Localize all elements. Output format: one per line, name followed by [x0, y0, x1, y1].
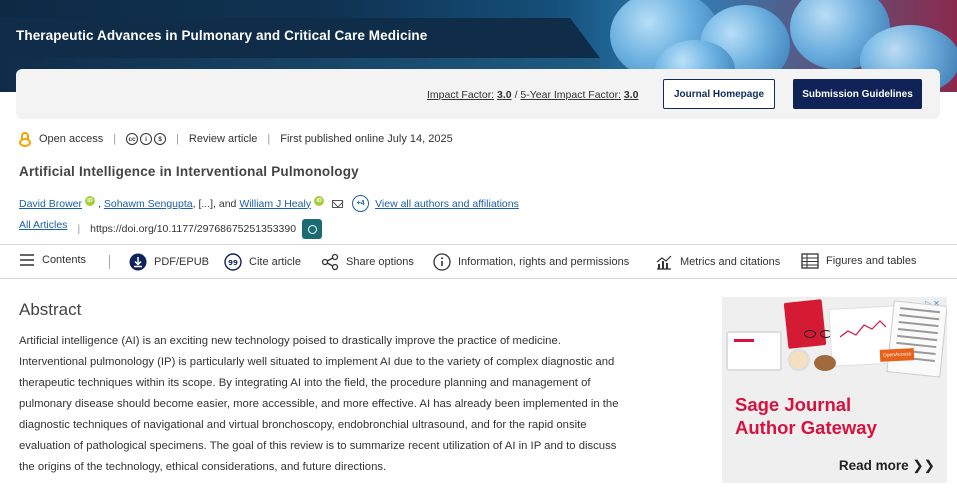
open-access-icon: [19, 131, 31, 147]
ad-tagline-line1: Sage Journal: [735, 394, 852, 415]
metrics-citations-button[interactable]: Metrics and citations: [655, 253, 780, 271]
doi-row: All Articles | https://doi.org/10.1177/2…: [19, 219, 323, 239]
author-link[interactable]: David Brower: [19, 198, 82, 210]
ad-paper-image: [886, 300, 947, 378]
by-icon: i: [140, 133, 153, 145]
more-authors-badge[interactable]: +4: [352, 195, 370, 212]
ad-read-more-label: Read more: [838, 458, 909, 473]
information-rights-button[interactable]: Information, rights and permissions: [433, 253, 629, 271]
all-articles-link[interactable]: All Articles: [19, 219, 67, 231]
advertisement[interactable]: ▷✕ OpenAccess Sage Journal Author Gatewa…: [722, 297, 947, 483]
share-icon: [321, 253, 339, 271]
ad-tablet-image: [726, 331, 782, 371]
pdf-label: PDF/EPUB: [154, 256, 210, 268]
journal-info-bar: Impact Factor: 3.0 / 5-Year Impact Facto…: [16, 69, 940, 119]
doi-link[interactable]: https://doi.org/10.1177/2976867525135339…: [90, 223, 296, 235]
contents-label: Contents: [42, 254, 87, 266]
publication-date: First published online July 14, 2025: [280, 133, 453, 145]
view-all-authors-link[interactable]: View all authors and affiliations: [375, 198, 519, 210]
orcid-icon[interactable]: iD: [314, 195, 325, 206]
impact-factor-label[interactable]: Impact Factor:: [427, 89, 494, 101]
share-label: Share options: [346, 256, 414, 268]
share-options-button[interactable]: Share options: [321, 253, 414, 271]
journal-title[interactable]: Therapeutic Advances in Pulmonary and Cr…: [16, 28, 427, 43]
cc-icon: cc: [126, 133, 139, 145]
divider: |: [77, 223, 81, 235]
figures-tables-button[interactable]: Figures and tables: [801, 253, 917, 269]
article-meta: Open access | cc i $ | Review article | …: [19, 131, 453, 147]
contents-button[interactable]: Contents: [19, 253, 86, 267]
divider: [109, 255, 110, 269]
ad-read-more-link[interactable]: Read more ❯❯: [839, 458, 935, 474]
abstract-heading: Abstract: [19, 300, 82, 319]
ad-open-access-tag: OpenAccess: [879, 348, 915, 362]
ad-tagline: Sage Journal Author Gateway: [735, 393, 877, 439]
impact-factor[interactable]: Impact Factor: 3.0 / 5-Year Impact Facto…: [427, 89, 639, 101]
divider: |: [113, 133, 117, 145]
copy-doi-icon[interactable]: [302, 219, 323, 239]
article-toolbar: Contents PDF/EPUB 99 Cite article Share …: [0, 244, 957, 279]
divider: |: [267, 133, 271, 145]
journal-homepage-button[interactable]: Journal Homepage: [663, 79, 775, 109]
figures-label: Figures and tables: [826, 255, 917, 267]
metrics-label: Metrics and citations: [680, 256, 781, 268]
ad-book-image: [783, 299, 827, 349]
pdf-epub-button[interactable]: PDF/EPUB: [129, 253, 209, 271]
author-ellipsis[interactable]: , [...], and: [193, 198, 237, 210]
bar-chart-icon: [655, 253, 673, 271]
table-icon: [801, 253, 819, 269]
open-access-label: Open access: [39, 133, 104, 145]
cite-article-button[interactable]: 99 Cite article: [224, 253, 301, 271]
ad-cup-image: [788, 349, 810, 371]
ad-tagline-line2: Author Gateway: [735, 417, 877, 438]
orcid-icon[interactable]: iD: [85, 195, 96, 206]
author-list: David Brower iD , Sohawm Sengupta , [...…: [19, 195, 519, 212]
nc-icon: $: [154, 133, 167, 145]
download-icon: [129, 253, 147, 271]
mail-icon[interactable]: [332, 199, 344, 208]
info-label: Information, rights and permissions: [458, 256, 630, 268]
author-link[interactable]: Sohawm Sengupta: [104, 198, 193, 210]
article-title: Artificial Intelligence in Interventiona…: [19, 164, 359, 179]
svg-text:99: 99: [228, 259, 238, 267]
cite-label: Cite article: [249, 256, 301, 268]
submission-guidelines-button[interactable]: Submission Guidelines: [793, 79, 922, 109]
ad-cookie-image: [814, 355, 836, 371]
divider: |: [176, 133, 179, 145]
impact-separator: /: [514, 89, 518, 101]
five-year-impact-label[interactable]: 5-Year Impact Factor:: [520, 89, 621, 101]
author-link[interactable]: William J Healy: [239, 198, 311, 210]
article-type: Review article: [188, 133, 258, 145]
impact-factor-value[interactable]: 3.0: [497, 89, 512, 101]
info-icon: [433, 253, 451, 271]
quote-icon: 99: [224, 253, 242, 271]
double-chevron-right-icon: ❯❯: [912, 458, 935, 473]
creative-commons-icons[interactable]: cc i $: [126, 133, 167, 145]
abstract-text: Artificial intelligence (AI) is an excit…: [19, 335, 619, 473]
ad-chart-image: [840, 320, 886, 338]
menu-icon: [19, 253, 35, 267]
five-year-impact-value[interactable]: 3.0: [624, 89, 639, 101]
